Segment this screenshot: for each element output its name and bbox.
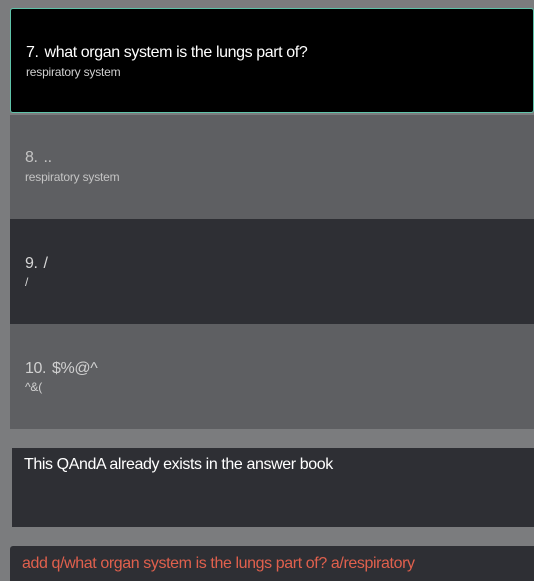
command-input[interactable] <box>10 546 534 581</box>
card-index: 8. <box>25 149 38 166</box>
card-index: 9. <box>25 255 38 272</box>
answer-text: ^&( <box>25 380 43 394</box>
answer-text: respiratory system <box>25 170 120 184</box>
qanda-card[interactable]: 9. / / <box>10 219 534 324</box>
result-display: This QAndA already exists in the answer … <box>12 448 534 527</box>
qanda-card-selected[interactable]: 7. what organ system is the lungs part of… <box>10 8 534 113</box>
command-box[interactable] <box>10 546 534 581</box>
question-text: 8... <box>25 149 52 167</box>
qanda-card[interactable]: 8... respiratory system <box>10 115 534 219</box>
answer-text: respiratory system <box>26 65 121 79</box>
question-text: 9. / <box>25 255 48 273</box>
card-index: 10. <box>25 360 47 377</box>
answer-text: / <box>25 275 29 289</box>
qanda-card[interactable]: 10. $%@^ ^&( <box>10 324 534 429</box>
result-message: This QAndA already exists in the answer … <box>24 456 333 473</box>
question-label: / <box>43 255 48 272</box>
question-text: 10. $%@^ <box>25 360 98 378</box>
card-index: 7. <box>26 44 39 61</box>
question-label: .. <box>43 149 52 166</box>
question-label: what organ system is the lungs part of? <box>44 44 308 61</box>
question-label: $%@^ <box>52 360 98 377</box>
question-text: 7. what organ system is the lungs part of… <box>26 44 308 62</box>
